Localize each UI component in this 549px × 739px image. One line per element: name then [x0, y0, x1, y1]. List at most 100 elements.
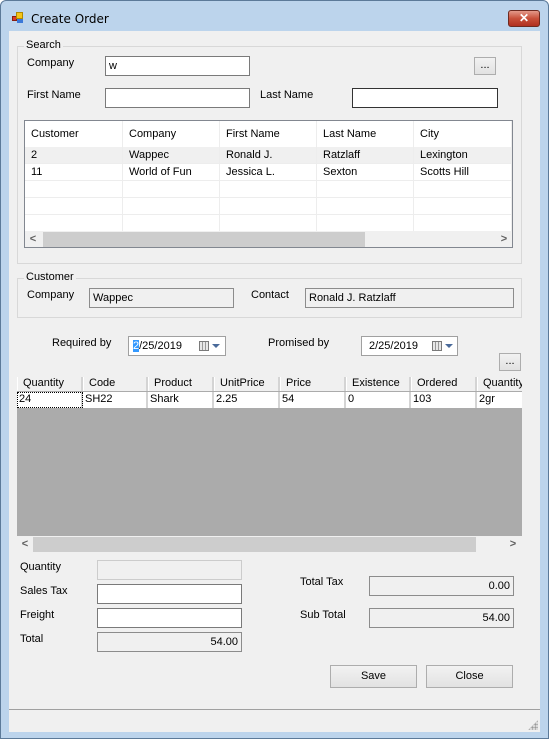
- search-company-input[interactable]: w: [105, 56, 250, 76]
- column-header[interactable]: Quantity: [477, 377, 522, 391]
- first-name-label: First Name: [27, 89, 81, 101]
- search-company-label: Company: [27, 57, 75, 69]
- create-order-window: Create Order ✕ Search Company w ... Firs…: [0, 0, 549, 739]
- cell-first-name: [220, 198, 317, 215]
- cell-customer: [25, 198, 123, 215]
- dropdown-arrow-icon[interactable]: [445, 344, 453, 348]
- cell-company: [123, 198, 220, 215]
- column-header[interactable]: Code: [83, 377, 148, 391]
- sales-tax-input[interactable]: [97, 584, 242, 604]
- dropdown-arrow-icon[interactable]: [212, 344, 220, 348]
- calendar-icon[interactable]: [432, 341, 442, 351]
- cell-city: [414, 215, 512, 232]
- cell-last-name: [317, 181, 414, 198]
- contact-field: Ronald J. Ratzlaff: [305, 288, 514, 308]
- cell-customer: 2: [25, 147, 123, 164]
- search-group-label: Search: [24, 39, 63, 51]
- close-button[interactable]: Close: [426, 665, 513, 688]
- order-lines-grid[interactable]: Quantity Code Product UnitPrice Price Ex…: [17, 376, 522, 536]
- cell-first-name: [220, 181, 317, 198]
- customer-grid[interactable]: Customer Company First Name Last Name Ci…: [24, 120, 513, 248]
- cell-price[interactable]: 54: [280, 392, 346, 408]
- cell-company: Wappec: [123, 147, 220, 164]
- cell-quantity-unit[interactable]: 2gr: [477, 392, 522, 408]
- cell-first-name: Jessica L.: [220, 164, 317, 181]
- promised-by-value: 2/25/2019: [369, 340, 418, 352]
- scroll-left-icon[interactable]: <: [25, 231, 41, 247]
- customer-grid-header: Customer Company First Name Last Name Ci…: [25, 121, 512, 147]
- scroll-right-icon[interactable]: >: [505, 536, 521, 553]
- order-lines-header: Quantity Code Product UnitPrice Price Ex…: [17, 376, 522, 391]
- total-field: 54.00: [97, 632, 242, 652]
- column-header[interactable]: Quantity: [17, 377, 83, 391]
- total-tax-field: 0.00: [369, 576, 514, 596]
- sales-tax-label: Sales Tax: [20, 585, 68, 597]
- table-row[interactable]: [25, 181, 512, 198]
- freight-input[interactable]: [97, 608, 242, 628]
- cell-existence[interactable]: 0: [346, 392, 411, 408]
- last-name-input[interactable]: [352, 88, 498, 108]
- form-client-area: Search Company w ... First Name Last Nam…: [9, 31, 540, 732]
- cell-ordered[interactable]: 103: [411, 392, 477, 408]
- table-row[interactable]: 11 World of Fun Jessica L. Sexton Scotts…: [25, 164, 512, 181]
- first-name-input[interactable]: [105, 88, 250, 108]
- total-label: Total: [20, 633, 44, 645]
- last-name-label: Last Name: [260, 89, 314, 101]
- scroll-right-icon[interactable]: >: [496, 231, 512, 247]
- promised-by-label: Promised by: [268, 337, 330, 349]
- freight-label: Freight: [20, 609, 55, 621]
- scroll-left-icon[interactable]: <: [17, 536, 33, 553]
- required-by-datepicker[interactable]: 2/25/2019: [128, 336, 226, 356]
- cell-last-name: Ratzlaff: [317, 147, 414, 164]
- cell-unit-price[interactable]: 2.25: [214, 392, 280, 408]
- customer-grid-hscrollbar[interactable]: < >: [25, 231, 512, 247]
- column-header[interactable]: Last Name: [317, 121, 414, 147]
- cell-company: [123, 215, 220, 232]
- customer-company-label: Company: [27, 289, 75, 301]
- column-header[interactable]: Ordered: [411, 377, 477, 391]
- resize-grip-icon[interactable]: [528, 720, 538, 730]
- order-lines-hscrollbar[interactable]: < >: [17, 536, 522, 553]
- scroll-thumb[interactable]: [33, 537, 476, 552]
- required-by-date-rest: /25/2019: [139, 340, 182, 352]
- sub-total-field: 54.00: [369, 608, 514, 628]
- title-bar[interactable]: Create Order ✕: [1, 1, 548, 32]
- cell-product[interactable]: Shark: [148, 392, 214, 408]
- column-header[interactable]: Customer: [25, 121, 123, 147]
- cell-last-name: [317, 215, 414, 232]
- sub-total-label: Sub Total: [300, 609, 346, 621]
- cell-city: [414, 181, 512, 198]
- quantity-label: Quantity: [20, 561, 61, 573]
- cell-city: [414, 198, 512, 215]
- column-header[interactable]: City: [414, 121, 512, 147]
- cell-code[interactable]: SH22: [83, 392, 148, 408]
- column-header[interactable]: First Name: [220, 121, 317, 147]
- column-header[interactable]: Product: [148, 377, 214, 391]
- column-header[interactable]: Price: [280, 377, 346, 391]
- app-icon: [12, 12, 24, 24]
- table-row[interactable]: [25, 198, 512, 215]
- cell-city: Scotts Hill: [414, 164, 512, 181]
- window-title: Create Order: [31, 12, 109, 26]
- column-header[interactable]: Existence: [346, 377, 411, 391]
- table-row[interactable]: 24 SH22 Shark 2.25 54 0 103 2gr: [17, 392, 522, 408]
- products-browse-button[interactable]: ...: [499, 353, 521, 371]
- cell-company: World of Fun: [123, 164, 220, 181]
- cell-customer: 11: [25, 164, 123, 181]
- promised-by-datepicker[interactable]: 2/25/2019: [361, 336, 458, 356]
- cell-last-name: [317, 198, 414, 215]
- close-window-button[interactable]: ✕: [508, 10, 540, 27]
- search-browse-button[interactable]: ...: [474, 57, 496, 75]
- table-row[interactable]: [25, 215, 512, 232]
- customer-group-label: Customer: [24, 271, 76, 283]
- scroll-thumb[interactable]: [43, 232, 365, 247]
- save-button[interactable]: Save: [330, 665, 417, 688]
- column-header[interactable]: UnitPrice: [214, 377, 280, 391]
- calendar-icon[interactable]: [199, 341, 209, 351]
- table-row[interactable]: 2 Wappec Ronald J. Ratzlaff Lexington: [25, 147, 512, 164]
- cell-city: Lexington: [414, 147, 512, 164]
- column-header[interactable]: Company: [123, 121, 220, 147]
- cell-quantity[interactable]: 24: [17, 392, 83, 408]
- cell-company: [123, 181, 220, 198]
- cell-first-name: [220, 215, 317, 232]
